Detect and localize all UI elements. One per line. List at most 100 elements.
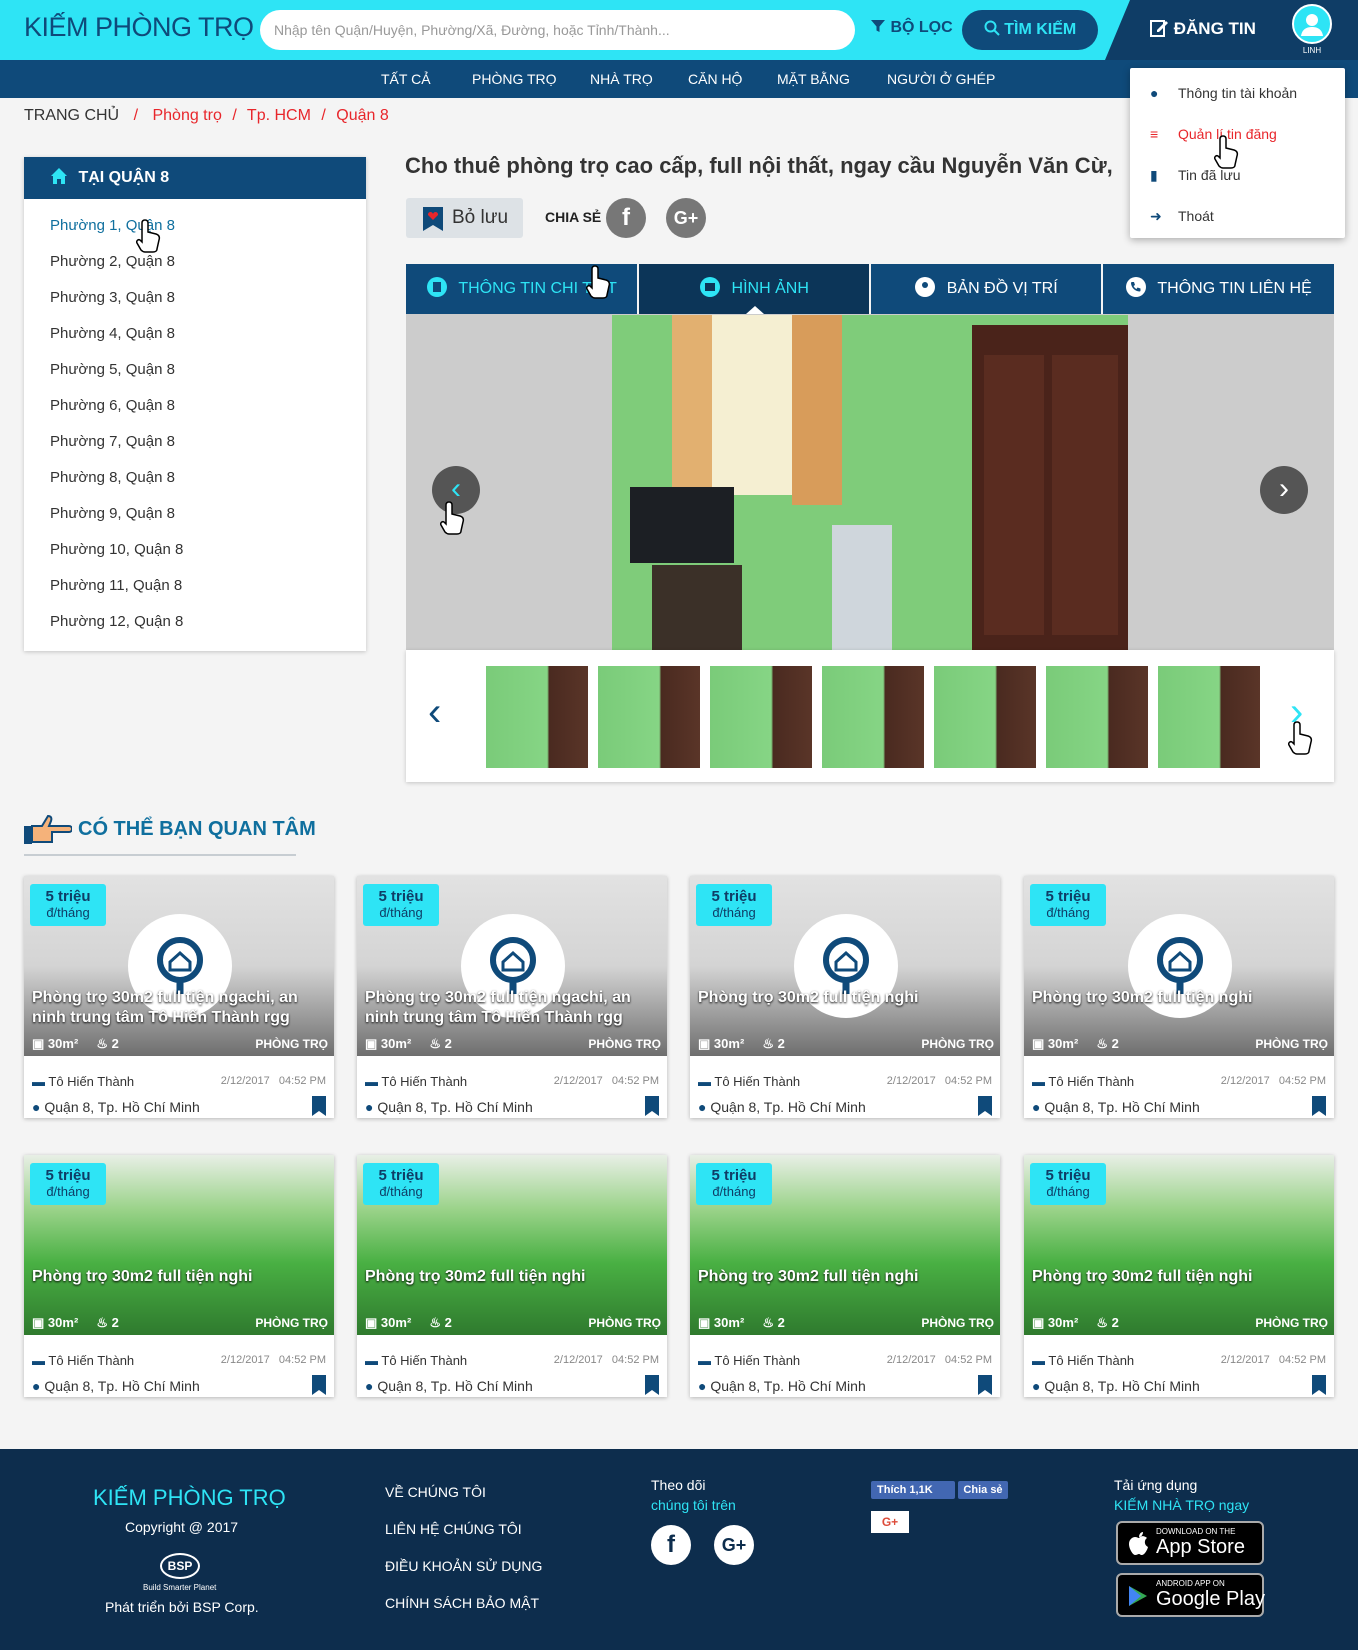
- listing-owner: ▬ Tô Hiến Thành: [32, 1074, 134, 1089]
- facebook-icon[interactable]: f: [651, 1525, 691, 1565]
- listing-title[interactable]: Phòng trọ 30m2 full tiện nghi: [32, 1267, 328, 1287]
- sidebar-item-ward-11[interactable]: Phường 11, Quận 8: [50, 577, 182, 594]
- listing-owner: ▬ Tô Hiến Thành: [32, 1353, 134, 1368]
- footer-logo[interactable]: KIẾM PHÒNG TRỌ: [93, 1485, 286, 1511]
- menu-item-account[interactable]: ● Thông tin tài khoản: [1150, 85, 1297, 101]
- app-download-subtitle: KIẾM NHÀ TRỌ ngay: [1114, 1497, 1250, 1513]
- listing-wc: 2: [777, 1315, 785, 1330]
- sidebar-item-ward-7[interactable]: Phường 7, Quận 8: [50, 433, 175, 450]
- fb-like-button[interactable]: Thích 1,1K: [871, 1481, 955, 1499]
- bookmark-icon[interactable]: [1312, 1096, 1326, 1116]
- owner-name: Tô Hiến Thành: [48, 1353, 135, 1368]
- toilet-icon: ♨: [96, 1315, 108, 1330]
- sidebar-item-ward-5[interactable]: Phường 5, Quận 8: [50, 361, 175, 378]
- sidebar-item-ward-3[interactable]: Phường 3, Quận 8: [50, 289, 175, 306]
- google-plus-share-icon[interactable]: G+: [666, 198, 706, 238]
- bookmark-icon[interactable]: [312, 1096, 326, 1116]
- footer-link-terms[interactable]: ĐIỀU KHOẢN SỬ DỤNG: [385, 1558, 542, 1574]
- search-input[interactable]: Nhập tên Quận/Huyện, Phường/Xã, Đường, h…: [260, 10, 855, 50]
- tab-map[interactable]: BẢN ĐỒ VỊ TRÍ: [871, 264, 1101, 314]
- facebook-share-icon[interactable]: f: [606, 198, 646, 238]
- time-value: 04:52 PM: [1278, 1354, 1326, 1366]
- fb-share-button[interactable]: Chia sẻ: [958, 1481, 1008, 1499]
- listing-type: PHÒNG TRỌ: [255, 1316, 328, 1330]
- site-logo[interactable]: KIẾM PHÒNG TRỌ: [24, 12, 254, 43]
- app-store-badge[interactable]: DOWNLOAD ON THE App Store: [1116, 1521, 1264, 1565]
- avatar[interactable]: [1292, 4, 1332, 44]
- nav-item-roommate[interactable]: NGƯỜI Ở GHÉP: [887, 71, 995, 87]
- price-unit: đ/tháng: [46, 1184, 90, 1199]
- gallery-next-button[interactable]: ›: [1260, 466, 1308, 514]
- search-button[interactable]: TÌM KIẾM: [962, 10, 1098, 50]
- listing-title[interactable]: Phòng trọ 30m2 full tiện ngachi, an ninh…: [365, 988, 661, 1028]
- listing-card[interactable]: 5 triệu đ/tháng Phòng trọ 30m2 full tiện n…: [690, 876, 1000, 1118]
- nav-item-premises[interactable]: MẶT BẰNG: [777, 71, 850, 87]
- sidebar-item-ward-6[interactable]: Phường 6, Quận 8: [50, 397, 175, 414]
- listing-image: 5 triệu đ/tháng Phòng trọ 30m2 full tiện n…: [690, 1155, 1000, 1335]
- gallery-thumbnail[interactable]: [1158, 666, 1260, 768]
- listing-address: ● Quận 8, Tp. Hồ Chí Minh: [698, 1099, 866, 1115]
- listing-card[interactable]: 5 triệu đ/tháng Phòng trọ 30m2 full tiện n…: [690, 1155, 1000, 1397]
- sidebar-item-ward-10[interactable]: Phường 10, Quận 8: [50, 541, 183, 558]
- nav-item-rooms[interactable]: PHÒNG TRỌ: [472, 71, 557, 87]
- google-play-badge[interactable]: ANDROID APP ON Google Play: [1116, 1573, 1265, 1617]
- area-icon: ▣: [32, 1315, 45, 1330]
- bookmark-icon[interactable]: [312, 1375, 326, 1395]
- breadcrumb-item[interactable]: Phòng trọ: [152, 107, 221, 124]
- listing-title[interactable]: Phòng trọ 30m2 full tiện ngachi, an ninh…: [32, 988, 328, 1028]
- sidebar-item-ward-2[interactable]: Phường 2, Quận 8: [50, 253, 175, 270]
- footer-link-about[interactable]: VỀ CHÚNG TÔI: [385, 1484, 486, 1500]
- gplus-button[interactable]: G+: [871, 1511, 909, 1533]
- post-title: Cho thuê phòng trọ cao cấp, full nội thấ…: [405, 153, 1113, 178]
- listing-card[interactable]: 5 triệu đ/tháng Phòng trọ 30m2 full tiện n…: [24, 876, 334, 1118]
- unsave-button[interactable]: Bỏ lưu: [406, 198, 523, 238]
- listing-stats: ▣ 30m² ♨ 2 PHÒNG TRỌ: [1032, 1315, 1328, 1331]
- google-plus-icon[interactable]: G+: [714, 1525, 754, 1565]
- listing-card[interactable]: 5 triệu đ/tháng Phòng trọ 30m2 full tiện n…: [1024, 876, 1334, 1118]
- listing-address: ● Quận 8, Tp. Hồ Chí Minh: [32, 1378, 200, 1394]
- thumb-prev-icon[interactable]: ‹: [428, 690, 441, 735]
- listing-card[interactable]: 5 triệu đ/tháng Phòng trọ 30m2 full tiện n…: [357, 876, 667, 1118]
- gallery-thumbnail[interactable]: [934, 666, 1036, 768]
- listing-title[interactable]: Phòng trọ 30m2 full tiện nghi: [698, 988, 994, 1008]
- breadcrumb-item[interactable]: Tp. HCM: [247, 107, 311, 124]
- bookmark-icon[interactable]: [978, 1096, 992, 1116]
- listing-title[interactable]: Phòng trọ 30m2 full tiện nghi: [1032, 988, 1328, 1008]
- footer-link-contact[interactable]: LIÊN HỆ CHÚNG TÔI: [385, 1521, 522, 1537]
- bookmark-icon[interactable]: [1312, 1375, 1326, 1395]
- listing-card[interactable]: 5 triệu đ/tháng Phòng trọ 30m2 full tiện n…: [1024, 1155, 1334, 1397]
- filter-button[interactable]: BỘ LỌC: [870, 18, 953, 37]
- bookmark-icon[interactable]: [978, 1375, 992, 1395]
- listing-card[interactable]: 5 triệu đ/tháng Phòng trọ 30m2 full tiện n…: [357, 1155, 667, 1397]
- breadcrumb-home[interactable]: TRANG CHỦ: [24, 107, 119, 124]
- listing-type: PHÒNG TRỌ: [588, 1316, 661, 1330]
- gallery-thumbnail[interactable]: [486, 666, 588, 768]
- bookmark-icon: ▮: [1150, 167, 1158, 183]
- bookmark-icon[interactable]: [645, 1096, 659, 1116]
- listing-date: 2/12/2017 04:52 PM: [554, 1075, 659, 1087]
- listing-card[interactable]: 5 triệu đ/tháng Phòng trọ 30m2 full tiện n…: [24, 1155, 334, 1397]
- sidebar-item-ward-4[interactable]: Phường 4, Quận 8: [50, 325, 175, 342]
- gallery-thumbnail[interactable]: [1046, 666, 1148, 768]
- listing-title[interactable]: Phòng trọ 30m2 full tiện nghi: [1032, 1267, 1328, 1287]
- listing-date: 2/12/2017 04:52 PM: [1221, 1075, 1326, 1087]
- nav-item-all[interactable]: TẤT CẢ: [381, 71, 431, 87]
- nav-item-apartment[interactable]: CĂN HỘ: [688, 71, 742, 87]
- gallery-thumbnail[interactable]: [822, 666, 924, 768]
- sidebar-item-ward-9[interactable]: Phường 9, Quận 8: [50, 505, 175, 522]
- listing-title[interactable]: Phòng trọ 30m2 full tiện nghi: [365, 1267, 661, 1287]
- toilet-icon: ♨: [429, 1036, 441, 1051]
- time-value: 04:52 PM: [278, 1075, 326, 1087]
- menu-item-logout[interactable]: ➜ Thoát: [1150, 208, 1214, 225]
- breadcrumb-item[interactable]: Quận 8: [336, 107, 388, 124]
- sidebar-item-ward-12[interactable]: Phường 12, Quận 8: [50, 613, 183, 630]
- footer-link-privacy[interactable]: CHÍNH SÁCH BẢO MẬT: [385, 1595, 539, 1611]
- tab-contact[interactable]: THÔNG TIN LIÊN HỆ: [1103, 264, 1334, 314]
- gallery-thumbnail[interactable]: [598, 666, 700, 768]
- sidebar-item-ward-8[interactable]: Phường 8, Quận 8: [50, 469, 175, 486]
- post-listing-button[interactable]: ĐĂNG TIN: [1149, 18, 1256, 39]
- nav-item-boarding-house[interactable]: NHÀ TRỌ: [590, 71, 653, 87]
- gallery-thumbnail[interactable]: [710, 666, 812, 768]
- bookmark-icon[interactable]: [645, 1375, 659, 1395]
- listing-title[interactable]: Phòng trọ 30m2 full tiện nghi: [698, 1267, 994, 1287]
